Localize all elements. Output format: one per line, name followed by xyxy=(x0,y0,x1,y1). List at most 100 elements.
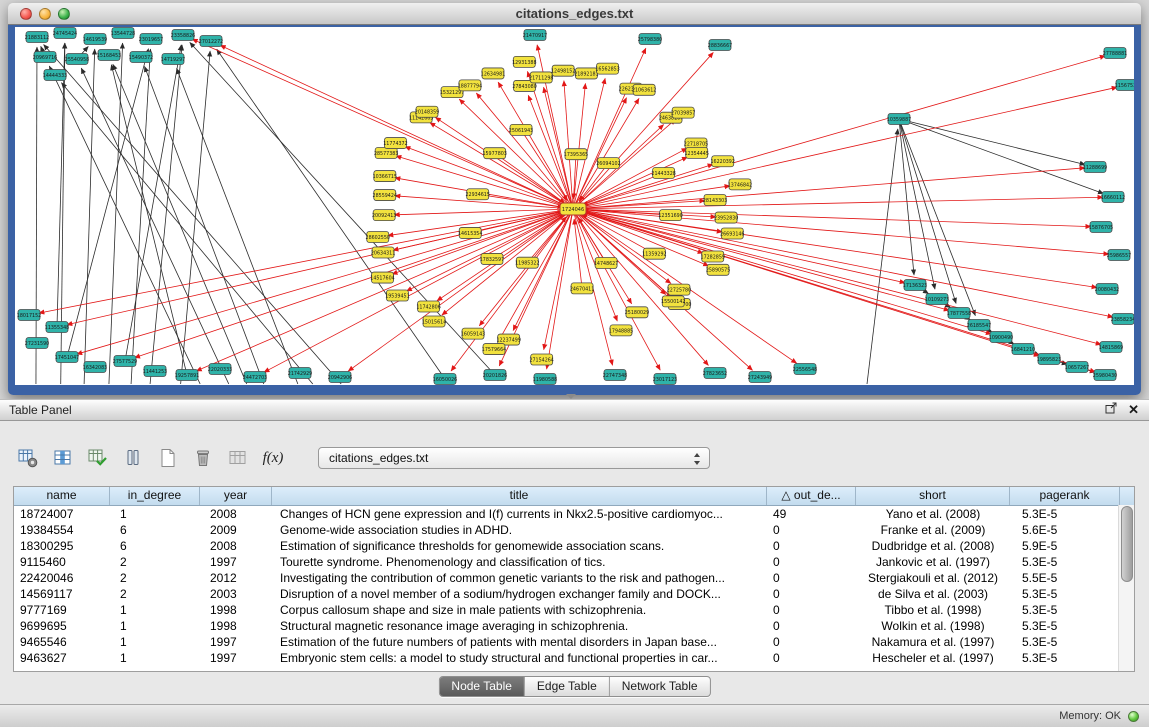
vertical-scrollbar[interactable] xyxy=(1118,505,1134,671)
graph-node[interactable]: 12354445 xyxy=(684,147,708,158)
window-titlebar[interactable]: citations_edges.txt xyxy=(8,3,1141,25)
graph-node[interactable]: 22020333 xyxy=(208,364,232,375)
graph-node[interactable]: 21883112 xyxy=(25,32,49,43)
tab-node-table[interactable]: Node Table xyxy=(439,677,525,696)
graph-node[interactable]: 15500142 xyxy=(661,296,685,307)
graph-node[interactable]: 11355348 xyxy=(45,322,69,333)
graph-node[interactable]: 20969716 xyxy=(33,52,57,63)
graph-node[interactable]: 27577529 xyxy=(113,356,137,367)
graph-node[interactable]: 25540958 xyxy=(65,54,89,65)
graph-node[interactable]: 28577383 xyxy=(374,148,398,159)
graph-node[interactable]: 23019657 xyxy=(139,34,163,45)
table-row[interactable]: 969969511998Structural magnetic resonanc… xyxy=(14,618,1134,634)
graph-node[interactable]: 14615354 xyxy=(458,227,482,238)
graph-node[interactable]: 10359887 xyxy=(887,114,911,125)
graph-node[interactable]: 25061943 xyxy=(509,124,533,135)
column-header-out_de[interactable]: △ out_de... xyxy=(767,487,856,505)
graph-node[interactable]: 10366715 xyxy=(373,171,397,182)
graph-node[interactable]: 20092413 xyxy=(372,210,396,221)
graph-node[interactable]: 24670411 xyxy=(570,283,594,294)
table-row[interactable]: 911546021997Tourette syndrome. Phenomeno… xyxy=(14,554,1134,570)
graph-node[interactable]: 10900490 xyxy=(989,332,1013,343)
graph-node[interactable]: 21063612 xyxy=(632,84,656,95)
graph-node[interactable]: 11567532 xyxy=(1115,80,1134,91)
graph-node[interactable]: 10109273 xyxy=(925,294,949,305)
select-columns-icon[interactable] xyxy=(51,446,75,470)
graph-node[interactable]: 19257891 xyxy=(175,370,199,381)
delete-column-icon[interactable] xyxy=(191,446,215,470)
graph-node[interactable]: 17948885 xyxy=(609,325,633,336)
zoom-window-button[interactable] xyxy=(58,8,70,20)
graph-node[interactable]: 10657267 xyxy=(1065,362,1089,373)
graph-node[interactable]: 27012272 xyxy=(199,36,223,47)
graph-node[interactable]: 26185547 xyxy=(967,320,991,331)
graph-node[interactable]: 11288699 xyxy=(1083,162,1107,173)
create-column-icon[interactable] xyxy=(156,446,180,470)
graph-node[interactable]: 21470917 xyxy=(523,30,547,41)
graph-node[interactable]: 17877558 xyxy=(947,308,971,319)
column-header-name[interactable]: name xyxy=(14,487,110,505)
graph-node[interactable]: 22725780 xyxy=(667,284,691,295)
graph-node[interactable]: 25798380 xyxy=(638,34,662,45)
column-header-title[interactable]: title xyxy=(272,487,767,505)
graph-node[interactable]: 23858234 xyxy=(1111,314,1134,325)
float-panel-icon[interactable] xyxy=(1105,401,1118,419)
graph-node[interactable]: 28143303 xyxy=(703,194,727,205)
function-builder-icon[interactable]: f(x) xyxy=(261,446,285,470)
graph-node[interactable]: 17395365 xyxy=(564,149,588,160)
graph-node[interactable]: 14815869 xyxy=(1099,342,1123,353)
graph-node[interactable]: 27154264 xyxy=(529,354,553,365)
scrollbar-thumb[interactable] xyxy=(1121,506,1133,582)
table-row[interactable]: 1456911722003Disruption of a novel membe… xyxy=(14,586,1134,602)
graph-node[interactable]: 20942906 xyxy=(328,372,352,383)
graph-node[interactable]: 17451047 xyxy=(55,352,79,363)
graph-node[interactable]: 16562853 xyxy=(595,63,619,74)
graph-node[interactable]: 16220392 xyxy=(711,156,735,167)
minimize-window-button[interactable] xyxy=(39,8,51,20)
graph-node[interactable]: 11359292 xyxy=(642,248,666,259)
column-header-pagerank[interactable]: pagerank xyxy=(1010,487,1120,505)
graph-node[interactable]: 15168453 xyxy=(97,50,121,61)
graph-node[interactable]: 26693146 xyxy=(720,228,744,239)
table-selector-combobox[interactable]: citations_edges.txt xyxy=(318,447,710,469)
graph-node[interactable]: 13746842 xyxy=(728,179,752,190)
graph-node[interactable]: 24472703 xyxy=(243,372,267,383)
graph-node[interactable]: 12498152 xyxy=(551,65,575,76)
graph-node[interactable]: 22556548 xyxy=(793,364,817,375)
graph-node[interactable]: 15876705 xyxy=(1089,222,1113,233)
graph-node[interactable]: 13544728 xyxy=(111,28,135,39)
graph-node[interactable]: 23017123 xyxy=(653,374,677,385)
close-window-button[interactable] xyxy=(20,8,32,20)
graph-node[interactable]: 21742929 xyxy=(288,368,312,379)
graph-node[interactable]: 16841210 xyxy=(1011,344,1035,355)
graph-node[interactable]: 11742806 xyxy=(416,301,440,312)
graph-node[interactable]: 21443328 xyxy=(651,167,675,178)
graph-node[interactable]: 20080432 xyxy=(1095,284,1119,295)
graph-node[interactable]: 27039857 xyxy=(671,107,695,118)
network-view-window[interactable]: citations_edges.txt 27154264122374991757… xyxy=(8,3,1141,395)
graph-node[interactable]: 23358826 xyxy=(171,30,195,41)
graph-node[interactable]: 22747348 xyxy=(603,370,627,381)
graph-node[interactable]: 14619539 xyxy=(83,34,107,45)
graph-node[interactable]: 25980430 xyxy=(1093,370,1117,381)
graph-node[interactable]: 11441253 xyxy=(143,366,167,377)
tab-edge-table[interactable]: Edge Table xyxy=(525,677,610,696)
graph-node[interactable]: 16059143 xyxy=(461,328,485,339)
graph-node[interactable]: 27231590 xyxy=(25,338,49,349)
table-mode-icon[interactable] xyxy=(121,446,145,470)
column-header-year[interactable]: year xyxy=(200,487,272,505)
graph-node[interactable]: 14719297 xyxy=(161,54,185,65)
graph-node[interactable]: 26094102 xyxy=(596,158,620,169)
graph-node[interactable]: 19539451 xyxy=(385,290,409,301)
edit-columns-icon[interactable] xyxy=(86,446,110,470)
graph-node[interactable]: 23952830 xyxy=(714,212,738,223)
tab-network-table[interactable]: Network Table xyxy=(610,677,710,696)
import-table-icon[interactable] xyxy=(226,446,250,470)
graph-node[interactable]: 15490372 xyxy=(129,52,153,63)
graph-node[interactable]: 17832597 xyxy=(480,253,504,264)
graph-node[interactable]: 25890575 xyxy=(706,264,730,275)
graph-node[interactable]: 20201826 xyxy=(483,370,507,381)
graph-node[interactable]: 25180029 xyxy=(625,307,649,318)
graph-node[interactable]: 27243949 xyxy=(748,372,772,383)
graph-node[interactable]: 16050026 xyxy=(433,374,457,385)
